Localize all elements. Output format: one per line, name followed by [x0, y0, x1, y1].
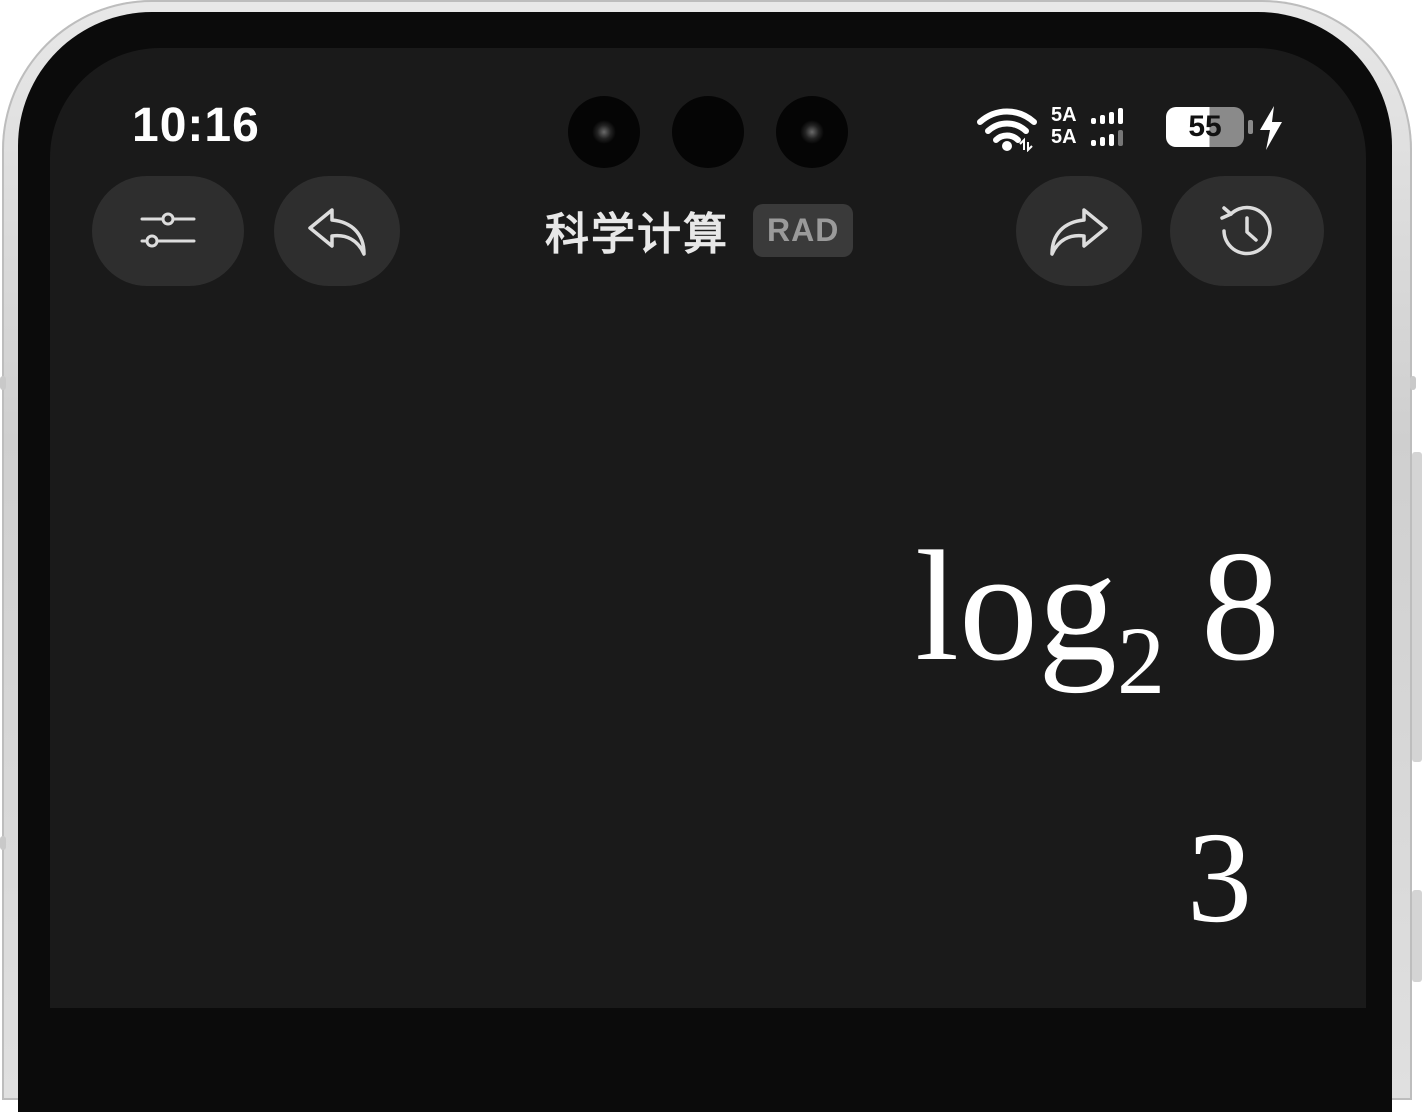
network-type-label: 5A 5A: [1051, 104, 1077, 148]
battery-icon: 55: [1166, 107, 1244, 147]
network-line-2: 5A: [1051, 126, 1077, 148]
camera-left: [568, 96, 640, 168]
settings-button[interactable]: [92, 176, 244, 286]
side-button-left-2: [0, 836, 6, 850]
camera-center: [672, 96, 744, 168]
signal-icon-2: [1091, 130, 1123, 146]
network-line-1: 5A: [1051, 104, 1077, 126]
redo-button[interactable]: [1016, 176, 1142, 286]
expression-argument: 8: [1201, 519, 1280, 694]
sliders-icon: [140, 212, 196, 248]
charging-bolt-icon: [1260, 106, 1282, 150]
history-button[interactable]: [1170, 176, 1324, 286]
screen: 10:16 5A 5A 55 科学计算 RAD log2 8 3: [50, 48, 1366, 1008]
side-button-left-1: [0, 376, 6, 390]
angle-mode-badge[interactable]: RAD: [753, 203, 854, 257]
wifi-icon: [977, 108, 1037, 152]
camera-right: [776, 96, 848, 168]
history-clock-icon: [1220, 205, 1272, 256]
page-title: 科学计算: [545, 209, 729, 260]
undo-button[interactable]: [274, 176, 400, 286]
result-display: 3: [1187, 806, 1252, 950]
side-button-right-1: [1410, 376, 1416, 390]
signal-icon: [1091, 108, 1123, 124]
expression-function: log: [915, 519, 1117, 694]
redo-arrow-icon: [1050, 208, 1108, 256]
volume-button: [1412, 452, 1422, 762]
power-button: [1412, 890, 1422, 982]
undo-arrow-icon: [308, 208, 366, 256]
status-time: 10:16: [132, 99, 260, 152]
expression-base: 2: [1117, 607, 1165, 714]
header-title-group: 科学计算 RAD: [545, 198, 854, 262]
battery-tip: [1248, 120, 1253, 134]
expression-display: log2 8: [915, 528, 1280, 709]
